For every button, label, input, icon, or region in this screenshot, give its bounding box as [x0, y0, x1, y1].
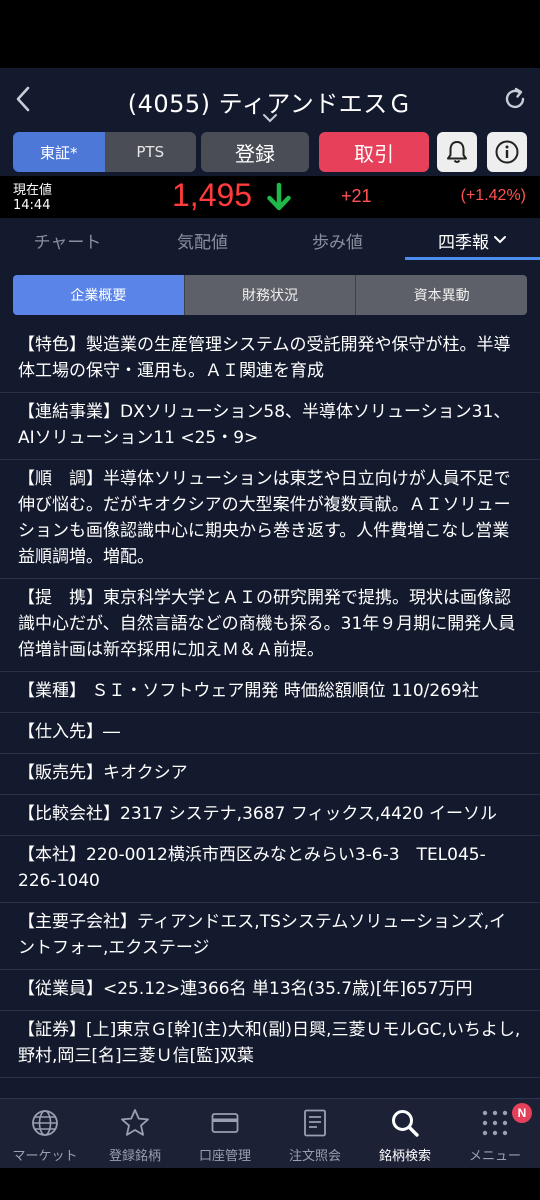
nav-market[interactable]: マーケット [0, 1099, 90, 1168]
section-partnership: 【提 携】東京科学大学とＡＩの研究開発で提携。現状は画像認識中心だが、自然言語な… [0, 579, 540, 672]
star-icon [121, 1109, 149, 1136]
subtab-capital-changes[interactable]: 資本異動 [355, 275, 527, 315]
tab-chart[interactable]: チャート [0, 218, 135, 262]
section-customers: 【販売先】キオクシア [0, 754, 540, 795]
nav-account[interactable]: 口座管理 [180, 1099, 270, 1168]
price-time: 14:44 [13, 198, 51, 213]
price-row: 現在値 14:44 1,495 +21 (+1.42%) [0, 176, 540, 218]
bottom-nav: マーケット 登録銘柄 口座管理 注文照会 銘柄検索 N メニュー [0, 1098, 540, 1168]
chevron-down-icon [494, 236, 506, 244]
register-button[interactable]: 登録 [201, 132, 309, 172]
current-price: 1,495 [172, 177, 253, 213]
section-suppliers: 【仕入先】― [0, 713, 540, 754]
company-overview-list[interactable]: 【特色】製造業の生産管理システムの受託開発や保守が柱。半導体工場の保守・運用も。… [0, 326, 540, 1098]
nav-menu[interactable]: N メニュー [450, 1099, 540, 1168]
price-label: 現在値 [13, 183, 53, 198]
bell-icon [447, 141, 467, 163]
section-industry: 【業種】 ＳＩ・ソフトウェア開発 時価総額順位 110/269社 [0, 672, 540, 713]
exchange-toggle: 東証* PTS [13, 132, 196, 172]
tab-label: チャート [33, 232, 102, 253]
nav-label: 登録銘柄 [108, 1149, 161, 1164]
section-consolidated-business: 【連結事業】DXソリューション58、半導体ソリューション31、AIソリューション… [0, 393, 540, 460]
tab-shikiho[interactable]: 四季報 [405, 218, 540, 262]
alert-bell-button[interactable] [437, 132, 477, 172]
nav-watchlist[interactable]: 登録銘柄 [90, 1099, 180, 1168]
system-nav-bar [0, 1168, 540, 1200]
refresh-icon[interactable] [500, 82, 530, 116]
nav-label: メニュー [468, 1149, 521, 1164]
section-comparable-companies: 【比較会社】2317 システナ,3687 フィックス,4420 イーソル [0, 795, 540, 836]
status-bar [0, 0, 540, 68]
tab-label: 四季報 [438, 232, 489, 253]
section-outlook: 【順 調】半導体ソリューションは東芝や日立向けが人員不足で伸び悩む。だがキオクシ… [0, 460, 540, 579]
info-button[interactable] [487, 132, 527, 172]
nav-label: 銘柄検索 [378, 1149, 431, 1164]
tab-label: 気配値 [177, 232, 228, 253]
main-tabs: チャート 気配値 歩み値 四季報 [0, 218, 540, 262]
info-icon [495, 140, 519, 164]
search-icon [392, 1110, 419, 1137]
nav-label: 口座管理 [198, 1149, 251, 1164]
exchange-pts-button[interactable]: PTS [104, 132, 196, 172]
section-securities: 【証券】[上]東京Ｇ[幹](主)大和(副)日興,三菱ＵモルGC,いちよし,野村,… [0, 1011, 540, 1078]
price-change: +21 [341, 186, 372, 206]
section-headquarters: 【本社】220-0012横浜市西区みなとみらい3-6-3 TEL045-226-… [0, 836, 540, 903]
arrow-down-icon [267, 182, 291, 211]
trade-button[interactable]: 取引 [319, 132, 429, 172]
exchange-tse-button[interactable]: 東証* [13, 132, 105, 172]
price-change-percent: (+1.42%) [460, 187, 526, 204]
app-screen: (4055) ティアンドエスＧ 東証* PTS 登録 取引 現在値 14:44 … [0, 0, 540, 1200]
sub-tabs: 企業概要 財務状況 資本異動 [13, 275, 527, 315]
notification-badge: N [512, 1103, 532, 1123]
nav-stock-search[interactable]: 銘柄検索 [360, 1099, 450, 1168]
nav-label: マーケット [12, 1149, 78, 1164]
chevron-down-icon[interactable] [259, 112, 281, 126]
nav-orders[interactable]: 注文照会 [270, 1099, 360, 1168]
grid-menu-icon [482, 1110, 508, 1136]
subtab-company-overview[interactable]: 企業概要 [13, 275, 184, 315]
globe-icon [32, 1110, 58, 1136]
nav-label: 注文照会 [288, 1149, 341, 1164]
tab-label: 歩み値 [312, 232, 363, 253]
action-bar: 東証* PTS 登録 取引 [0, 130, 540, 176]
section-employees: 【従業員】<25.12>連366名 単13名(35.7歳)[年]657万円 [0, 970, 540, 1011]
subtab-financials[interactable]: 財務状況 [183, 275, 356, 315]
tab-time-and-sales[interactable]: 歩み値 [270, 218, 405, 262]
section-subsidiaries: 【主要子会社】ティアンドエス,TSシステムソリューションズ,イントフォー,エクス… [0, 903, 540, 970]
document-icon [304, 1109, 326, 1137]
section-features: 【特色】製造業の生産管理システムの受託開発や保守が柱。半導体工場の保守・運用も。… [0, 326, 540, 393]
card-icon [211, 1113, 239, 1133]
tab-quotes[interactable]: 気配値 [135, 218, 270, 262]
header: (4055) ティアンドエスＧ [0, 68, 540, 130]
